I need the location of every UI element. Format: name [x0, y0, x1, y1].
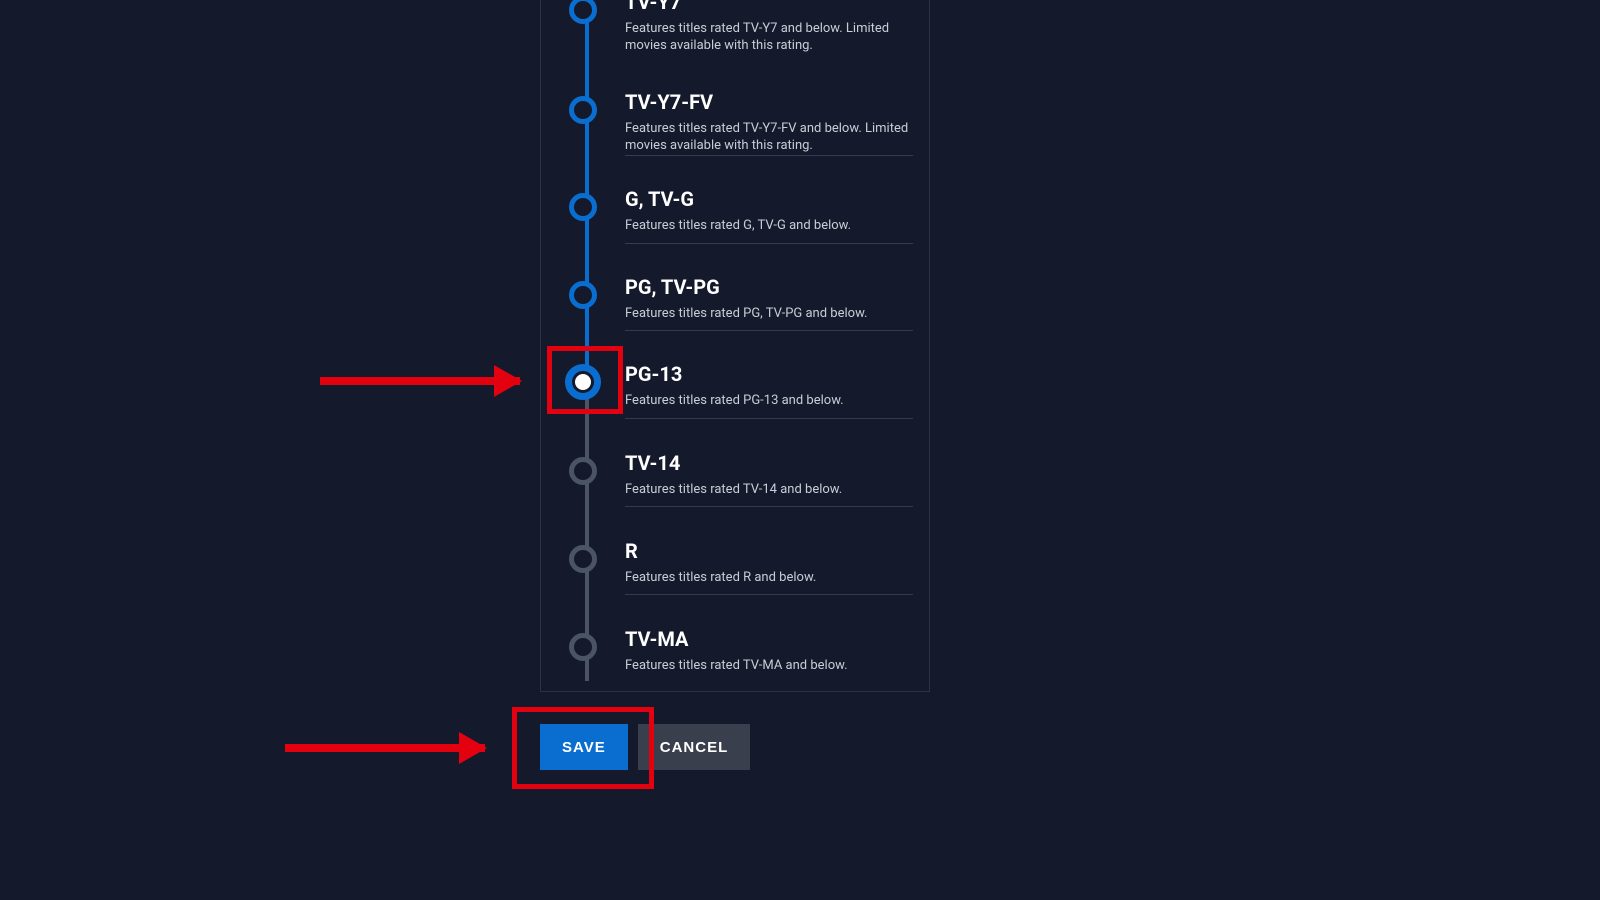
rating-desc: Features titles rated TV-Y7-FV and below… — [625, 120, 913, 154]
rating-desc: Features titles rated TV-MA and below. — [625, 657, 913, 674]
radio-dot[interactable] — [569, 0, 597, 24]
radio-dot[interactable] — [569, 281, 597, 309]
divider — [625, 330, 913, 331]
cancel-button[interactable]: CANCEL — [638, 724, 751, 770]
rating-title: TV-Y7 — [625, 0, 913, 14]
annotation-arrow-save — [285, 744, 485, 752]
radio-dot[interactable] — [569, 633, 597, 661]
rating-panel: TV-Y7 Features titles rated TV-Y7 and be… — [540, 0, 930, 692]
divider — [625, 594, 913, 595]
annotation-arrow-rating — [320, 377, 520, 385]
radio-dot[interactable] — [569, 545, 597, 573]
rating-desc: Features titles rated TV-14 and below. — [625, 481, 913, 498]
button-bar: SAVE CANCEL — [540, 724, 750, 770]
rating-title: TV-MA — [625, 627, 913, 651]
rating-title: TV-14 — [625, 451, 913, 475]
rating-desc: Features titles rated PG, TV-PG and belo… — [625, 305, 913, 322]
rating-desc: Features titles rated G, TV-G and below. — [625, 217, 913, 234]
divider — [625, 243, 913, 244]
radio-dot[interactable] — [569, 96, 597, 124]
rail-active — [585, 0, 589, 382]
divider — [625, 418, 913, 419]
divider — [625, 506, 913, 507]
rating-title: PG-13 — [625, 362, 913, 386]
rating-title: PG, TV-PG — [625, 275, 913, 299]
divider — [625, 155, 913, 156]
rating-title: TV-Y7-FV — [625, 90, 913, 114]
radio-dot[interactable] — [569, 457, 597, 485]
rating-desc: Features titles rated TV-Y7 and below. L… — [625, 20, 913, 54]
save-button[interactable]: SAVE — [540, 724, 628, 770]
rating-desc: Features titles rated PG-13 and below. — [625, 392, 913, 409]
radio-dot-selected[interactable] — [565, 364, 601, 400]
rating-desc: Features titles rated R and below. — [625, 569, 913, 586]
rating-title: G, TV-G — [625, 187, 913, 211]
rating-title: R — [625, 539, 913, 563]
radio-dot[interactable] — [569, 193, 597, 221]
